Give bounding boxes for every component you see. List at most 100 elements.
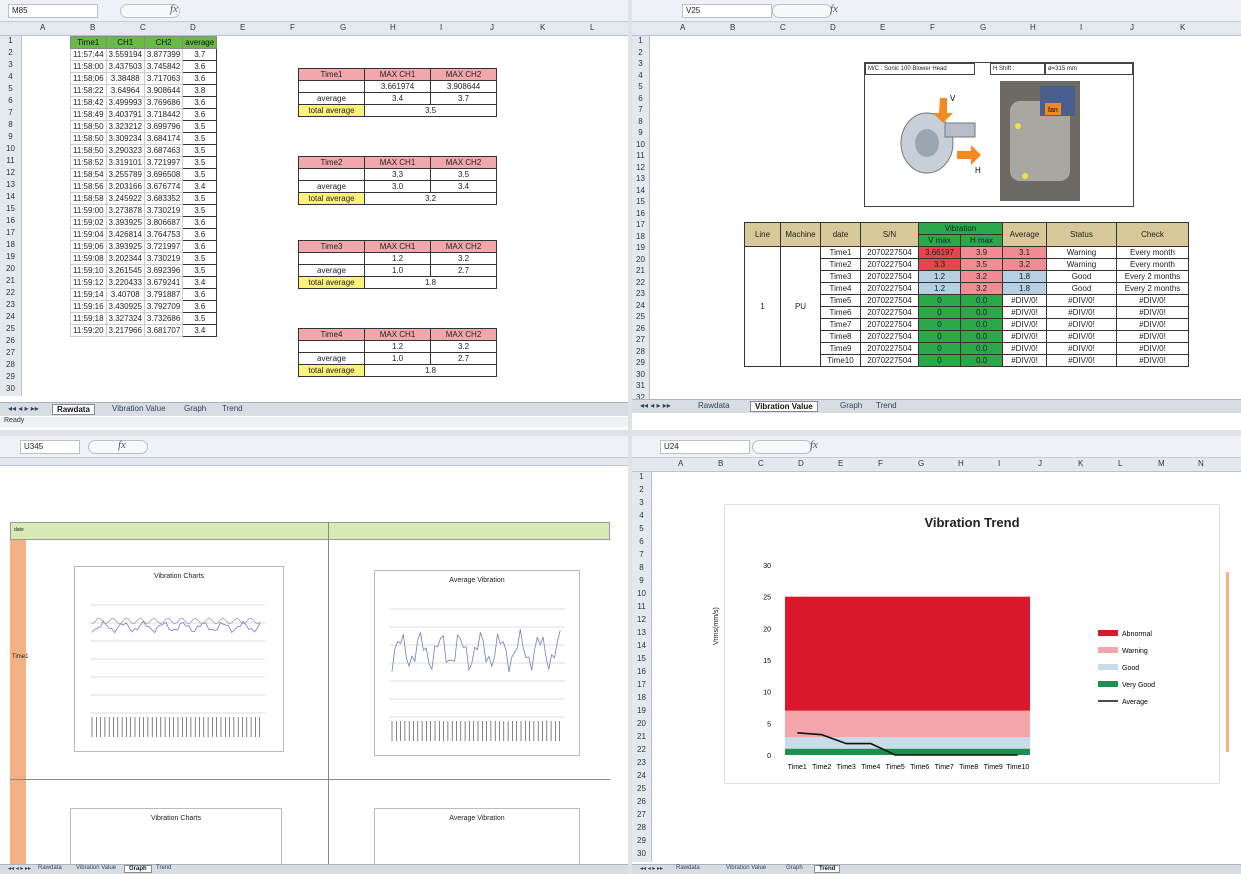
max-ch1-value[interactable]: 3.661974 <box>364 80 431 93</box>
column-header-cell[interactable]: F <box>878 459 883 468</box>
average-ch2-value[interactable]: 2.7 <box>430 264 497 277</box>
row-header-cell[interactable]: 12 <box>0 168 21 180</box>
table-cell[interactable]: 3.220433 <box>105 276 145 289</box>
table-cell[interactable]: 3.5 <box>182 120 218 133</box>
column-header-cell[interactable]: C <box>758 459 764 468</box>
vmax-cell[interactable]: 0 <box>918 318 961 331</box>
column-header-cell[interactable]: G <box>918 459 924 468</box>
row-header-cell[interactable]: 12 <box>632 615 651 628</box>
summary-time-label[interactable]: Time3 <box>298 240 365 253</box>
date-cell[interactable]: Time5 <box>820 294 861 307</box>
empty-cell[interactable] <box>298 168 365 181</box>
header-vmax[interactable]: V max <box>918 234 961 247</box>
status-cell[interactable]: Warning <box>1046 258 1117 271</box>
table-cell[interactable]: 3.4 <box>182 324 218 337</box>
name-box[interactable]: V25 <box>682 4 772 18</box>
name-box[interactable]: M85 <box>8 4 98 18</box>
row-header-cell[interactable]: 17 <box>0 228 21 240</box>
vmax-cell[interactable]: 0 <box>918 306 961 319</box>
summary-time-label[interactable]: Time4 <box>298 328 365 341</box>
table-cell[interactable]: 11:58:56 <box>70 180 107 193</box>
row-header-cell[interactable]: 6 <box>632 94 649 106</box>
row-header-cell[interactable]: 23 <box>632 289 649 301</box>
table-cell[interactable]: 3.5 <box>182 156 218 169</box>
column-header-cell[interactable]: K <box>1180 23 1185 32</box>
column-header-cell[interactable]: J <box>1130 23 1134 32</box>
table-cell[interactable]: 3.393925 <box>105 216 145 229</box>
row-header-cell[interactable]: 14 <box>632 186 649 198</box>
row-header-cell[interactable]: 27 <box>632 810 651 823</box>
table-cell[interactable]: 11:58:54 <box>70 168 107 181</box>
tab-vibration-value[interactable]: Vibration Value <box>750 401 818 412</box>
check-cell[interactable]: #DIV/0! <box>1116 294 1189 307</box>
date-cell[interactable]: Time8 <box>820 330 861 343</box>
table-cell[interactable]: 3.732686 <box>143 312 184 325</box>
tab-vibration-value[interactable]: Vibration Value <box>72 865 120 871</box>
table-cell[interactable]: 3.5 <box>182 252 218 265</box>
row-header-cell[interactable]: 13 <box>0 180 21 192</box>
table-cell[interactable]: 3.721997 <box>143 156 184 169</box>
table-cell[interactable]: 3.6 <box>182 72 218 85</box>
table-cell[interactable]: 3.4 <box>182 180 218 193</box>
column-header-cell[interactable]: G <box>980 23 986 32</box>
table-cell[interactable]: 3.718442 <box>143 108 184 121</box>
row-header-cell[interactable]: 13 <box>632 628 651 641</box>
average-ch1-value[interactable]: 3.4 <box>364 92 431 105</box>
row-header-cell[interactable]: 27 <box>632 335 649 347</box>
table-cell[interactable]: 11:58:58 <box>70 192 107 205</box>
column-header-cell[interactable]: B <box>90 23 95 32</box>
column-header-cell[interactable]: M <box>1158 459 1165 468</box>
table-cell[interactable]: 3.273878 <box>105 204 145 217</box>
row-header-cell[interactable]: 21 <box>632 732 651 745</box>
tab-rawdata[interactable]: Rawdata <box>694 401 734 410</box>
hmax-cell[interactable]: 3.2 <box>960 282 1003 295</box>
sn-cell[interactable]: 2070227504 <box>860 258 919 271</box>
col-header-time[interactable]: Time1 <box>70 36 107 49</box>
check-cell[interactable]: #DIV/0! <box>1116 306 1189 319</box>
row-header-cell[interactable]: 1 <box>632 36 649 48</box>
hmax-cell[interactable]: 0.0 <box>960 342 1003 355</box>
row-header-cell[interactable]: 16 <box>632 209 649 221</box>
sn-cell[interactable]: 2070227504 <box>860 294 919 307</box>
row-header-cell[interactable]: 1 <box>0 36 21 48</box>
machine-cell[interactable]: PU <box>780 246 821 367</box>
row-header-cell[interactable]: 5 <box>632 524 651 537</box>
table-cell[interactable]: 3.430925 <box>105 300 145 313</box>
row-header-cell[interactable]: 7 <box>632 550 651 563</box>
tab-nav-arrows[interactable]: ◂◂ ◂ ▸ ▸▸ <box>636 401 675 410</box>
row-header-cell[interactable]: 15 <box>0 204 21 216</box>
table-cell[interactable]: 3.5 <box>182 264 218 277</box>
row-header-cell[interactable]: 26 <box>632 324 649 336</box>
column-header-cell[interactable]: A <box>678 459 683 468</box>
row-header-cell[interactable]: 23 <box>0 300 21 312</box>
row-header-cell[interactable]: 10 <box>632 140 649 152</box>
vmax-cell[interactable]: 0 <box>918 342 961 355</box>
vmax-cell[interactable]: 1.2 <box>918 270 961 283</box>
hmax-cell[interactable]: 0.0 <box>960 318 1003 331</box>
tab-nav-arrows[interactable]: ◂◂ ◂ ▸ ▸▸ <box>4 404 43 413</box>
table-cell[interactable]: 3.8 <box>182 84 218 97</box>
sn-cell[interactable]: 2070227504 <box>860 318 919 331</box>
sn-cell[interactable]: 2070227504 <box>860 330 919 343</box>
average-cell[interactable]: 3.1 <box>1002 246 1047 259</box>
max-ch1-value[interactable]: 1.2 <box>364 340 431 353</box>
empty-cell[interactable] <box>298 252 365 265</box>
vmax-cell[interactable]: 3.66197 <box>918 246 961 259</box>
row-header-cell[interactable]: 20 <box>632 719 651 732</box>
average-label[interactable]: average <box>298 180 365 193</box>
column-header-cell[interactable]: D <box>190 23 196 32</box>
col-header-ch2[interactable]: CH2 <box>143 36 184 49</box>
name-box[interactable]: U24 <box>660 440 750 454</box>
row-header-cell[interactable]: 16 <box>0 216 21 228</box>
average-cell[interactable]: 1.8 <box>1002 282 1047 295</box>
tab-trend[interactable]: Trend <box>152 865 175 871</box>
total-average-value[interactable]: 3.2 <box>364 192 497 205</box>
status-cell[interactable]: #DIV/0! <box>1046 318 1117 331</box>
header-vibration[interactable]: Vibration <box>918 222 1003 235</box>
table-cell[interactable]: 3.769686 <box>143 96 184 109</box>
table-cell[interactable]: 3.5 <box>182 192 218 205</box>
average-label[interactable]: average <box>298 264 365 277</box>
sn-cell[interactable]: 2070227504 <box>860 354 919 367</box>
column-header-cell[interactable]: K <box>540 23 545 32</box>
table-cell[interactable]: 3.38488 <box>105 72 145 85</box>
